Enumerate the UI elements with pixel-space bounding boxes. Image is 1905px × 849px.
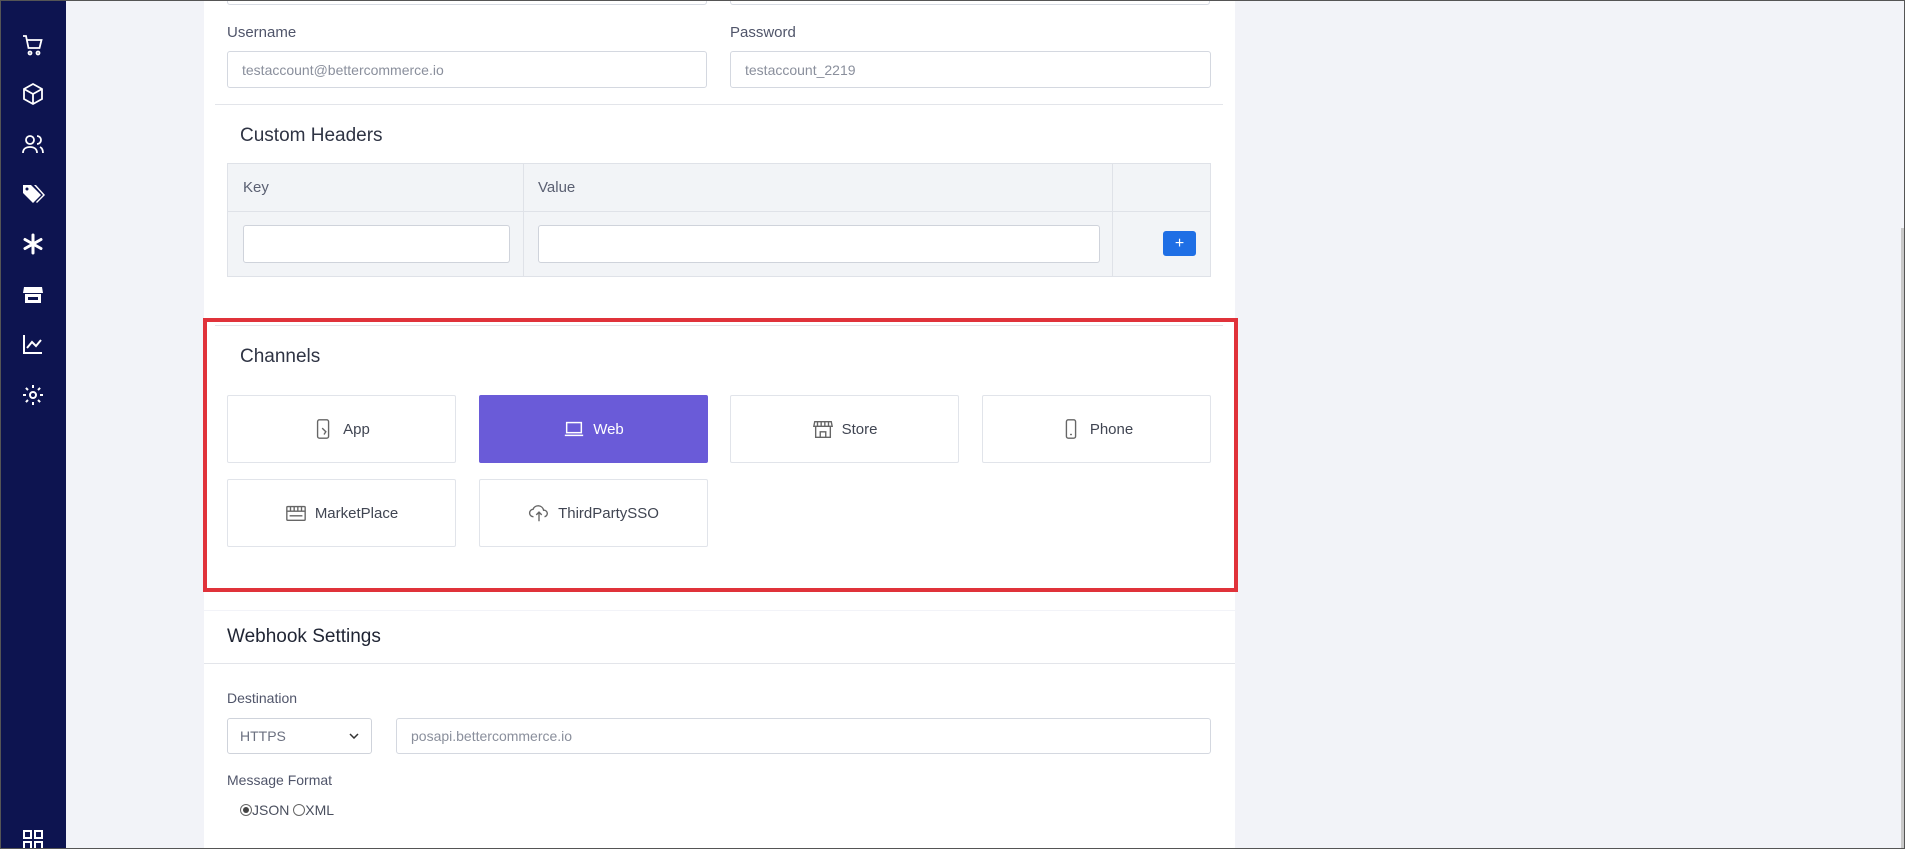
- json-label: JSON: [252, 802, 290, 818]
- channel-thirdpartysso-label: ThirdPartySSO: [558, 504, 659, 522]
- header-key-input[interactable]: [243, 225, 510, 263]
- apps-grid-icon[interactable]: [19, 826, 47, 849]
- divider: [215, 325, 1223, 326]
- column-header-value: Value: [538, 179, 576, 196]
- channel-store[interactable]: Store: [730, 395, 959, 463]
- xml-label: XML: [305, 802, 335, 818]
- channel-thirdpartysso[interactable]: ThirdPartySSO: [479, 479, 708, 547]
- divider: [215, 104, 1223, 105]
- username-label: Username: [227, 24, 297, 41]
- users-icon[interactable]: [19, 130, 47, 158]
- chart-icon[interactable]: [19, 330, 47, 358]
- phone-icon: [1065, 419, 1077, 439]
- input-stub-left: [227, 0, 707, 5]
- table-header-row: [228, 164, 1210, 212]
- destination-url-value: posapi.bettercommerce.io: [411, 728, 573, 744]
- storefront-icon: [812, 420, 833, 438]
- channel-marketplace-label: MarketPlace: [314, 504, 399, 522]
- xml-radio[interactable]: [293, 804, 306, 816]
- cart-icon[interactable]: [19, 31, 47, 59]
- username-value: testaccount@bettercommerce.io: [242, 61, 444, 78]
- channel-web[interactable]: Web: [479, 395, 708, 463]
- scrollbar-thumb[interactable]: [1901, 228, 1904, 848]
- channel-phone[interactable]: Phone: [982, 395, 1211, 463]
- webhook-settings-title: Webhook Settings: [227, 626, 381, 647]
- channel-phone-label: Phone: [1089, 420, 1134, 438]
- divider: [204, 663, 1235, 664]
- channel-web-label: Web: [593, 420, 624, 438]
- asterisk-icon[interactable]: [19, 230, 47, 258]
- destination-url-input[interactable]: posapi.bettercommerce.io: [396, 718, 1211, 754]
- password-label: Password: [730, 24, 796, 41]
- destination-label: Destination: [227, 690, 298, 706]
- message-format-label: Message Format: [227, 772, 333, 788]
- chevron-down-icon: [349, 733, 359, 739]
- input-stub-right: [730, 0, 1210, 5]
- custom-headers-table: Key Value +: [227, 163, 1211, 277]
- sidebar: [0, 0, 66, 849]
- tags-icon[interactable]: [19, 180, 47, 208]
- column-divider: [523, 164, 524, 276]
- gear-icon[interactable]: [19, 381, 47, 409]
- header-value-input[interactable]: [538, 225, 1100, 263]
- channel-store-label: Store: [841, 420, 878, 438]
- password-value: testaccount_2219: [745, 61, 856, 78]
- json-radio[interactable]: [240, 804, 252, 816]
- box-icon[interactable]: [19, 80, 47, 108]
- channel-app[interactable]: App: [227, 395, 456, 463]
- marketplace-icon: [285, 505, 306, 522]
- username-input[interactable]: testaccount@bettercommerce.io: [227, 51, 707, 88]
- custom-headers-title: Custom Headers: [240, 125, 383, 146]
- channel-app-label: App: [343, 420, 370, 438]
- protocol-value: HTTPS: [240, 728, 286, 744]
- column-divider: [1112, 164, 1113, 276]
- store-icon[interactable]: [19, 281, 47, 309]
- laptop-icon: [565, 421, 584, 437]
- add-header-button[interactable]: +: [1163, 231, 1196, 256]
- channel-marketplace[interactable]: MarketPlace: [227, 479, 456, 547]
- channels-title: Channels: [240, 346, 321, 367]
- password-input[interactable]: testaccount_2219: [730, 51, 1211, 88]
- protocol-select[interactable]: HTTPS: [227, 718, 372, 754]
- message-format-options: JSON XML: [240, 802, 334, 818]
- column-header-key: Key: [243, 179, 269, 196]
- cloud-icon: [528, 505, 549, 522]
- mobile-app-icon: [317, 419, 330, 439]
